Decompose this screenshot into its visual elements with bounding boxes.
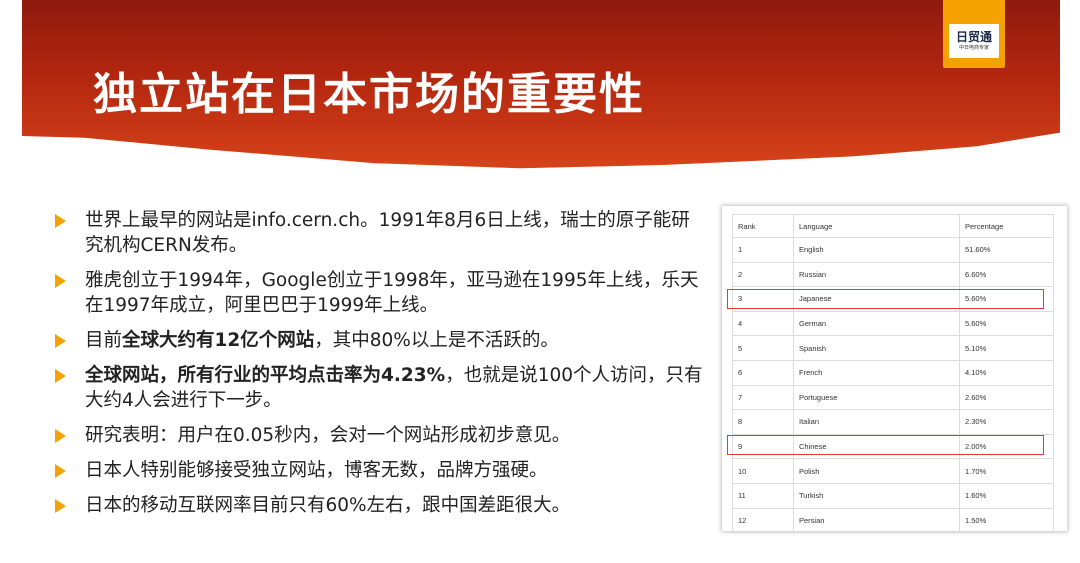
language-cell: Italian: [793, 409, 960, 435]
language-table-card: Rank Language Percentage 1 English 51.60% 2…: [722, 206, 1067, 534]
rank-cell: 11: [732, 482, 794, 509]
triangle-right-icon: [55, 334, 66, 348]
percentage-cell: 2.60%: [959, 384, 1054, 411]
bullet-list: 世界上最早的网站是info.cern.ch。1991年8月6日上线，瑞士的原子能…: [55, 208, 705, 528]
rank-cell: 12: [732, 507, 794, 534]
bullet-text: 雅虎创立于1994年，Google创立于1998年，亚马逊在1995年上线，乐天…: [85, 270, 699, 316]
header-rank: Rank: [732, 214, 794, 238]
table-row: 2 Russian 6.60%: [732, 261, 1054, 288]
brand-logo-name: 日贸通: [955, 29, 992, 44]
bullet-item: 日本的移动互联网率目前只有60%左右，跟中国差距很大。: [55, 493, 705, 518]
table-row: 6 French 4.10%: [732, 359, 1054, 386]
brand-logo-tagline: 中日电商专家: [958, 44, 989, 51]
language-cell: German: [793, 310, 960, 337]
percentage-cell: 4.10%: [959, 359, 1054, 386]
percentage-cell: 5.10%: [959, 335, 1054, 361]
percentage-cell: 1.70%: [959, 458, 1054, 484]
rank-cell: 10: [732, 458, 794, 484]
brand-logo: 日贸通 中日电商专家: [943, 0, 1005, 68]
table-row: 5 Spanish 5.10%: [732, 335, 1054, 361]
bullet-text: 日本人特别能够接受独立网站，博客无数，品牌方强硬。: [85, 460, 548, 481]
header-percentage: Percentage: [959, 214, 1054, 238]
bullet-text: 世界上最早的网站是info.cern.ch。1991年8月6日上线，瑞士的原子能…: [85, 210, 690, 256]
bullet-text: ，其中80%以上是不活跃的。: [314, 330, 559, 351]
percentage-cell: 2.30%: [959, 409, 1054, 435]
language-cell: Persian: [793, 507, 960, 534]
percentage-cell: 1.50%: [959, 507, 1054, 534]
rank-cell: 8: [732, 409, 794, 435]
triangle-right-icon: [55, 369, 66, 383]
bullet-text-bold: 全球大约有12亿个网站: [122, 330, 315, 351]
percentage-cell: 5.60%: [959, 310, 1054, 337]
highlight-chinese-row: [727, 435, 1044, 455]
triangle-right-icon: [55, 499, 66, 513]
triangle-right-icon: [55, 274, 66, 288]
highlight-japanese-row: [727, 289, 1044, 309]
bullet-item: 全球网站，所有行业的平均点击率为4.23%，也就是说100个人访问，只有大约4人…: [55, 363, 705, 413]
language-cell: Portuguese: [793, 384, 960, 411]
table-row: 1 English 51.60%: [732, 237, 1054, 263]
percentage-cell: 1.60%: [959, 482, 1054, 509]
table-row: 12 Persian 1.50%: [732, 507, 1054, 534]
table-row: 8 Italian 2.30%: [732, 409, 1054, 435]
bullet-item: 日本人特别能够接受独立网站，博客无数，品牌方强硬。: [55, 458, 705, 483]
language-cell: Spanish: [793, 335, 960, 361]
bullet-item: 目前全球大约有12亿个网站，其中80%以上是不活跃的。: [55, 328, 705, 353]
bullet-text: 研究表明：用户在0.05秒内，会对一个网站形成初步意见。: [85, 425, 571, 446]
language-cell: Turkish: [793, 482, 960, 509]
language-cell: Polish: [793, 458, 960, 484]
triangle-right-icon: [55, 429, 66, 443]
rank-cell: 6: [732, 359, 794, 386]
triangle-right-icon: [55, 214, 66, 228]
slide-title: 独立站在日本市场的重要性: [93, 69, 645, 120]
bullet-item: 研究表明：用户在0.05秒内，会对一个网站形成初步意见。: [55, 423, 705, 448]
rank-cell: 1: [732, 237, 794, 263]
rank-cell: 7: [732, 384, 794, 411]
triangle-right-icon: [55, 464, 66, 478]
bullet-text: 目前: [85, 330, 123, 351]
bullet-item: 雅虎创立于1994年，Google创立于1998年，亚马逊在1995年上线，乐天…: [55, 268, 705, 318]
percentage-cell: 51.60%: [959, 237, 1054, 263]
language-cell: French: [793, 359, 960, 386]
table-row: 11 Turkish 1.60%: [732, 482, 1054, 509]
language-cell: English: [793, 237, 960, 263]
bullet-text: 日本的移动互联网率目前只有60%左右，跟中国差距很大。: [85, 495, 571, 516]
table-header-row: Rank Language Percentage: [732, 214, 1054, 238]
rank-cell: 2: [732, 261, 794, 288]
brand-logo-box: 日贸通 中日电商专家: [949, 24, 999, 58]
table-row: 4 German 5.60%: [732, 310, 1054, 337]
bullet-text-bold: 全球网站，所有行业的平均点击率为4.23%: [85, 365, 446, 386]
percentage-cell: 6.60%: [959, 261, 1054, 288]
rank-cell: 4: [732, 310, 794, 337]
table-row: 10 Polish 1.70%: [732, 458, 1054, 484]
table-row: 7 Portuguese 2.60%: [732, 384, 1054, 411]
bullet-item: 世界上最早的网站是info.cern.ch。1991年8月6日上线，瑞士的原子能…: [55, 208, 705, 258]
header-language: Language: [793, 214, 960, 238]
language-cell: Russian: [793, 261, 960, 288]
rank-cell: 5: [732, 335, 794, 361]
language-table: Rank Language Percentage 1 English 51.60% 2…: [732, 214, 1054, 534]
